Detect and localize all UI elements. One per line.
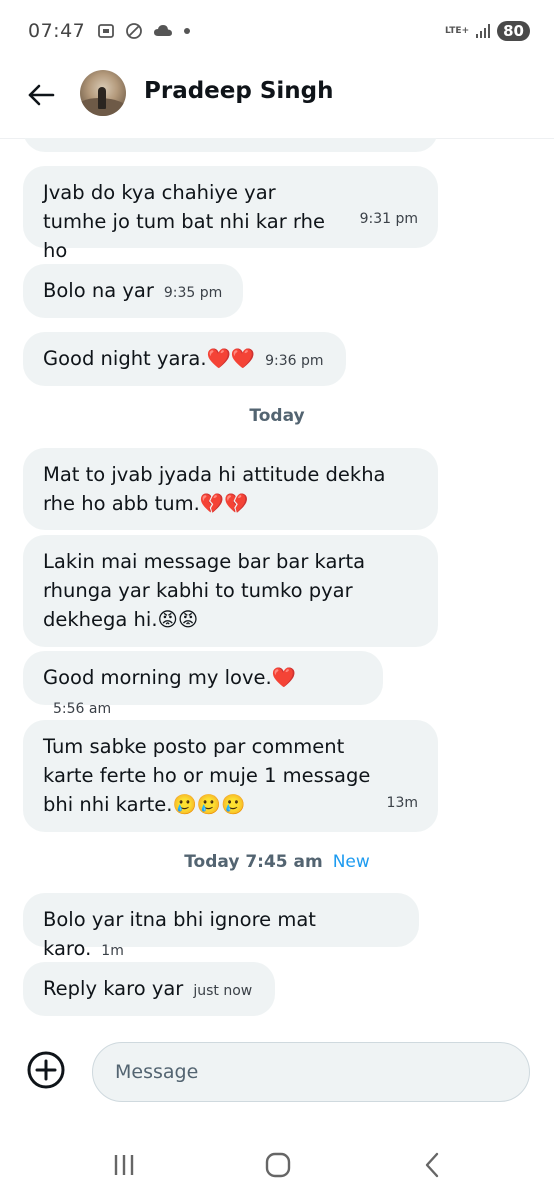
date-separator-new: Today 7:45 am New (0, 852, 554, 872)
message-text: Tum sabke posto par comment karte ferte … (43, 735, 377, 816)
message-input[interactable] (92, 1042, 530, 1102)
contact-name[interactable]: Pradeep Singh (144, 78, 334, 104)
message-bubble[interactable]: Good morning my love.❤️ 5:56 am (23, 651, 383, 717)
status-bar: 07:47 LTE+ 80 (0, 0, 554, 62)
message-composer (0, 1028, 554, 1118)
recent-apps-icon[interactable] (104, 1150, 144, 1180)
message-text: Lakin mai message bar bar karta rhunga y… (43, 550, 372, 631)
chat-header: Pradeep Singh (0, 62, 554, 139)
message-time: just now (193, 983, 253, 999)
screenshot-icon (98, 24, 115, 38)
date-separator: Today (0, 406, 554, 426)
date-label: Today (249, 406, 305, 426)
message-text: Bolo yar itna bhi ignore mat karo. (43, 908, 323, 960)
message-text: Good night yara.❤️❤️ (43, 347, 256, 370)
network-type: LTE+ (445, 25, 470, 36)
system-nav-bar (0, 1128, 554, 1200)
no-disturb-icon (126, 23, 143, 39)
message-bubble[interactable]: Good night yara.❤️❤️ 9:36 pm (23, 332, 346, 386)
cloud-icon (154, 25, 173, 36)
avatar[interactable] (80, 70, 126, 116)
home-icon[interactable] (258, 1150, 298, 1180)
message-time: 1m (101, 943, 124, 959)
message-text: Mat to jvab jyada hi attitude dekha rhe … (43, 463, 392, 515)
avatar-figure (98, 87, 106, 109)
signal-icon (476, 24, 491, 38)
add-media-icon[interactable] (26, 1050, 66, 1090)
new-label: New (332, 852, 370, 872)
message-time: 5:56 am (53, 701, 112, 717)
message-time: 9:31 pm (359, 211, 418, 227)
message-time: 9:36 pm (265, 353, 324, 369)
dot-icon (184, 28, 191, 34)
message-text: Jvab do kya chahiye yar tumhe jo tum bat… (43, 181, 332, 262)
date-label: Today 7:45 am (184, 852, 323, 872)
message-time: 9:35 pm (163, 285, 223, 301)
message-text: Reply karo yar (43, 977, 184, 1000)
message-bubble[interactable]: Bolo yar itna bhi ignore mat karo. 1m (23, 893, 419, 960)
battery-level: 80 (497, 21, 530, 41)
message-bubble[interactable]: Reply karo yar just now (23, 962, 275, 1016)
message-bubble[interactable]: Jvab do kya chahiye yar tumhe jo tum bat… (23, 166, 438, 262)
message-time: 13m (386, 795, 418, 811)
message-bubble-partial (23, 138, 438, 152)
message-bubble[interactable]: Mat to jvab jyada hi attitude dekha rhe … (23, 448, 438, 530)
status-icons-left (97, 22, 191, 40)
back-arrow-icon[interactable] (26, 80, 56, 110)
message-bubble[interactable]: Tum sabke posto par comment karte ferte … (23, 720, 438, 832)
message-text: Bolo na yar (43, 279, 154, 302)
message-bubble[interactable]: Bolo na yar 9:35 pm (23, 264, 243, 318)
status-icons-right: LTE+ 80 (445, 21, 530, 41)
message-bubble[interactable]: Lakin mai message bar bar karta rhunga y… (23, 535, 438, 647)
status-time: 07:47 (28, 20, 86, 42)
back-nav-icon[interactable] (412, 1150, 452, 1180)
message-text: Good morning my love.❤️ (43, 666, 296, 689)
message-list[interactable]: Jvab do kya chahiye yar tumhe jo tum bat… (0, 138, 554, 1028)
